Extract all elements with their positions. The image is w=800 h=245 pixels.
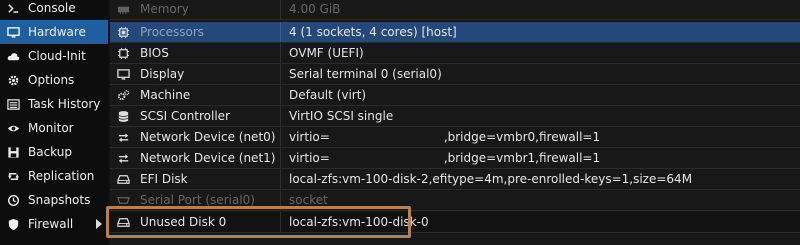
hardware-grid: Memory 4.00 GiB Processors 4 (1 sockets,… [110, 0, 800, 245]
serial-icon [116, 193, 130, 207]
network-model: virtio= [289, 130, 330, 144]
monitor-icon [6, 25, 20, 39]
hardware-name: Processors [140, 25, 205, 39]
cloud-icon [6, 49, 20, 63]
table-row[interactable]: Display Serial terminal 0 (serial0) [110, 64, 800, 85]
hardware-value: 4 (1 sockets, 4 cores) [host] [289, 25, 457, 39]
sidebar-item-cloud-init[interactable]: Cloud-Init [0, 44, 108, 68]
hardware-name: BIOS [140, 46, 169, 60]
hardware-value: Serial terminal 0 (serial0) [289, 67, 442, 81]
retweet-icon [6, 169, 20, 183]
sidebar-item-label: Options [28, 73, 75, 87]
vm-sidebar: Console Hardware Cloud-Init Options Task… [0, 0, 108, 245]
hardware-value: virtio= ,bridge=vmbr0,firewall=1 [281, 130, 800, 144]
table-row[interactable]: Memory 4.00 GiB [110, 0, 800, 20]
table-row[interactable]: Network Device (net1) virtio= ,bridge=vmb… [110, 148, 800, 169]
table-row[interactable]: Processors 4 (1 sockets, 4 cores) [host] [110, 22, 800, 43]
gear-icon [6, 73, 20, 87]
sidebar-item-hardware[interactable]: Hardware [0, 20, 108, 44]
hardware-name: Memory [140, 2, 189, 16]
eye-icon [6, 121, 20, 135]
exchange-icon [116, 151, 130, 165]
hardware-value: 4.00 GiB [289, 2, 341, 16]
hardware-name: SCSI Controller [140, 109, 230, 123]
hardware-name: Unused Disk 0 [140, 215, 227, 229]
sidebar-item-label: Backup [28, 145, 72, 159]
sidebar-item-label: Hardware [28, 25, 86, 39]
list-icon [6, 97, 20, 111]
sidebar-item-label: Task History [28, 97, 101, 111]
terminal-icon [6, 1, 20, 15]
sidebar-item-label: Monitor [28, 121, 74, 135]
sidebar-item-monitor[interactable]: Monitor [0, 116, 108, 140]
hardware-name: Display [140, 67, 185, 81]
hardware-name: Serial Port (serial0) [140, 193, 255, 207]
sidebar-item-label: Console [28, 1, 76, 15]
table-row[interactable]: SCSI Controller VirtIO SCSI single [110, 106, 800, 127]
hardware-value: local-zfs:vm-100-disk-2,efitype=4m,pre-e… [289, 172, 693, 186]
hardware-value: local-zfs:vm-100-disk-0 [289, 215, 429, 229]
history-icon [6, 193, 20, 207]
database-icon [116, 109, 130, 123]
memory-icon [116, 2, 130, 16]
sidebar-item-snapshots[interactable]: Snapshots [0, 188, 108, 212]
table-row[interactable]: Serial Port (serial0) socket [110, 190, 800, 211]
hardware-value: VirtIO SCSI single [289, 109, 394, 123]
sidebar-item-console[interactable]: Console [0, 0, 108, 20]
sidebar-item-backup[interactable]: Backup [0, 140, 108, 164]
hardware-name: Network Device (net1) [140, 151, 276, 165]
sidebar-item-label: Firewall [28, 217, 74, 231]
hardware-value: virtio= ,bridge=vmbr1,firewall=1 [281, 151, 800, 165]
table-row[interactable]: Unused Disk 0 local-zfs:vm-100-disk-0 [110, 212, 800, 233]
table-row[interactable]: Machine Default (virt) [110, 85, 800, 106]
sidebar-item-label: Cloud-Init [28, 49, 86, 63]
hdd-icon [116, 172, 130, 186]
cogs-icon [116, 88, 130, 102]
sidebar-item-options[interactable]: Options [0, 68, 108, 92]
sidebar-item-task-history[interactable]: Task History [0, 92, 108, 116]
hardware-name: EFI Disk [140, 172, 188, 186]
network-options: ,bridge=vmbr0,firewall=1 [443, 130, 601, 144]
sidebar-item-replication[interactable]: Replication [0, 164, 108, 188]
desktop-icon [116, 67, 130, 81]
submenu-arrow-icon [96, 219, 102, 229]
hardware-value: OVMF (UEFI) [289, 46, 364, 60]
hardware-name: Machine [140, 88, 191, 102]
sidebar-item-firewall[interactable]: Firewall [0, 212, 108, 236]
vm-hardware-view: Console Hardware Cloud-Init Options Task… [0, 0, 800, 245]
hardware-name: Network Device (net0) [140, 130, 276, 144]
network-model: virtio= [289, 151, 330, 165]
hardware-value: socket [289, 193, 328, 207]
hdd-icon [116, 215, 130, 229]
chip-icon [116, 46, 130, 60]
table-row[interactable]: BIOS OVMF (UEFI) [110, 43, 800, 64]
hardware-value: Default (virt) [289, 88, 367, 102]
network-options: ,bridge=vmbr1,firewall=1 [443, 151, 601, 165]
table-row[interactable]: EFI Disk local-zfs:vm-100-disk-2,efitype… [110, 169, 800, 190]
table-row[interactable]: Network Device (net0) virtio= ,bridge=vmb… [110, 127, 800, 148]
floppy-icon [6, 145, 20, 159]
sidebar-item-label: Snapshots [28, 193, 91, 207]
sidebar-item-label: Replication [28, 169, 95, 183]
shield-icon [6, 217, 20, 231]
cpu-icon [116, 25, 130, 39]
exchange-icon [116, 130, 130, 144]
